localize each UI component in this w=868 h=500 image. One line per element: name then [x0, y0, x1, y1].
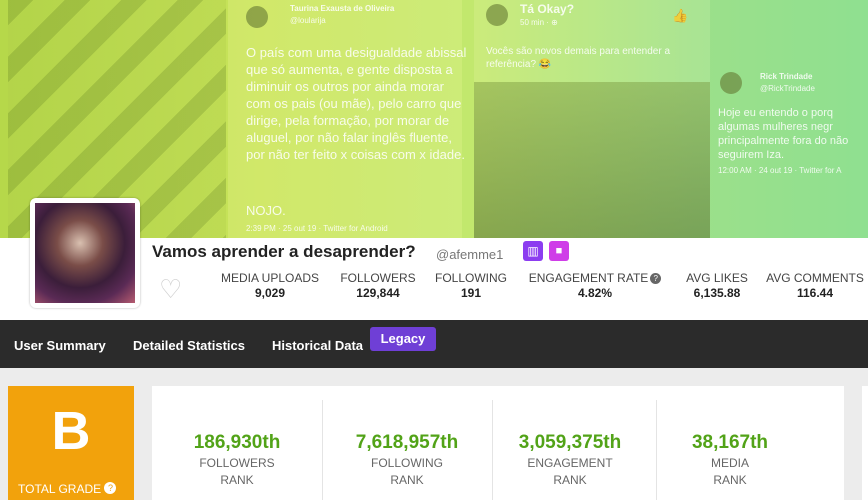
tweet-footer: NOJO. [246, 203, 286, 218]
stat-label: MEDIA UPLOADS [220, 271, 320, 285]
rank-media: 38,167th MEDIA RANK [655, 432, 805, 488]
stat-label: FOLLOWING [434, 271, 507, 285]
stat-following: FOLLOWING 191 [432, 271, 510, 300]
tab-user-summary[interactable]: User Summary [14, 338, 106, 353]
tweet-handle: @loularija [290, 16, 326, 25]
avatar [30, 198, 140, 308]
rank-value: 3,059,375th [518, 432, 622, 453]
stat-avg-comments: AVG COMMENTS 116.44 [762, 271, 868, 300]
stat-media-uploads: MEDIA UPLOADS 9,029 [216, 271, 324, 300]
stat-label-text: ENGAGEMENT RATE [528, 271, 649, 285]
rank-label: RANK [390, 473, 424, 487]
help-icon[interactable]: ? [104, 482, 117, 494]
stat-label: ENGAGEMENT RATE? [522, 271, 668, 285]
tweet-author: Rick Trindade [760, 72, 813, 81]
rank-value: 38,167th [691, 432, 769, 453]
tweet-meta: 12:00 AM · 24 out 19 · Twitter for A [718, 166, 842, 175]
stat-label: AVG COMMENTS [766, 271, 864, 285]
avatar-image [35, 203, 135, 303]
rank-label: FOLLOWING [370, 456, 443, 470]
chart-icon[interactable]: ▥ [523, 241, 543, 261]
rank-followers: 186,930th FOLLOWERS RANK [162, 432, 312, 488]
help-icon[interactable]: ? [650, 273, 662, 285]
total-grade-card: B TOTAL GRADE ? [8, 386, 134, 500]
tweet-author: Tá Okay? [520, 2, 575, 16]
tab-detailed-statistics[interactable]: Detailed Statistics [133, 338, 245, 353]
profile-name: Vamos aprender a desaprender? [152, 242, 416, 261]
rank-value: 186,930th [193, 432, 281, 453]
tweet-author: Taurina Exausta de Oliveira [290, 4, 395, 13]
tweet-body: Hoje eu entendo o porq algumas mulheres … [718, 107, 849, 161]
stat-value: 116.44 [796, 286, 834, 300]
rank-label: ENGAGEMENT [527, 456, 613, 470]
rank-label: RANK [220, 473, 254, 487]
tweet-body: Vocês são novos demais para entender a r… [486, 46, 671, 70]
stat-avg-likes: AVG LIKES 6,135.88 [678, 271, 756, 300]
stat-engagement-rate: ENGAGEMENT RATE? 4.82% [522, 271, 668, 300]
video-icon[interactable]: ■ [549, 241, 569, 261]
ranks-card: 186,930th FOLLOWERS RANK 7,618,957th FOL… [152, 386, 844, 500]
stat-followers: FOLLOWERS 129,844 [334, 271, 422, 300]
rank-following: 7,618,957th FOLLOWING RANK [332, 432, 482, 488]
tab-historical-data[interactable]: Historical Data [272, 338, 363, 353]
tweet-handle: @RickTrindade [760, 84, 815, 93]
rank-label: RANK [713, 473, 747, 487]
rank-engagement: 3,059,375th ENGAGEMENT RANK [495, 432, 645, 488]
profile-handle[interactable]: @afemme1 [436, 247, 503, 262]
divider [492, 400, 493, 500]
tweet-avatar [486, 4, 508, 26]
rank-label: MEDIA [710, 456, 749, 470]
rank-value: 7,618,957th [355, 432, 459, 453]
grade-letter: B [51, 401, 91, 461]
banner-crowd-photo [474, 82, 710, 238]
stat-label: AVG LIKES [686, 271, 748, 285]
stat-value: 6,135.88 [693, 286, 741, 300]
stat-value: 129,844 [356, 286, 400, 300]
stat-label: FOLLOWERS [340, 271, 416, 285]
divider [322, 400, 323, 500]
grade-label: TOTAL GRADE ? [18, 482, 117, 496]
stat-value: 9,029 [254, 286, 286, 300]
tweet-avatar [720, 72, 742, 94]
tweet-meta: 2:39 PM · 25 out 19 · Twitter for Androi… [246, 224, 388, 233]
stat-value: 191 [460, 286, 482, 300]
tweet-avatar [246, 6, 268, 28]
rank-label: FOLLOWERS [199, 456, 275, 470]
grade-label-text: TOTAL GRADE [18, 482, 102, 496]
rank-label: RANK [553, 473, 587, 487]
heart-icon[interactable]: ♡ [159, 274, 182, 305]
tweet-body: O país com uma desigualdade abissal que … [246, 45, 467, 162]
next-card [862, 386, 868, 500]
thumbs-up-icon: 👍 [672, 8, 689, 23]
section-nav: User Summary Detailed Statistics Histori… [0, 320, 868, 368]
tab-legacy[interactable]: Legacy [370, 327, 436, 351]
tweet-handle: 50 min · ⊕ [520, 18, 558, 27]
stat-value: 4.82% [577, 286, 613, 300]
